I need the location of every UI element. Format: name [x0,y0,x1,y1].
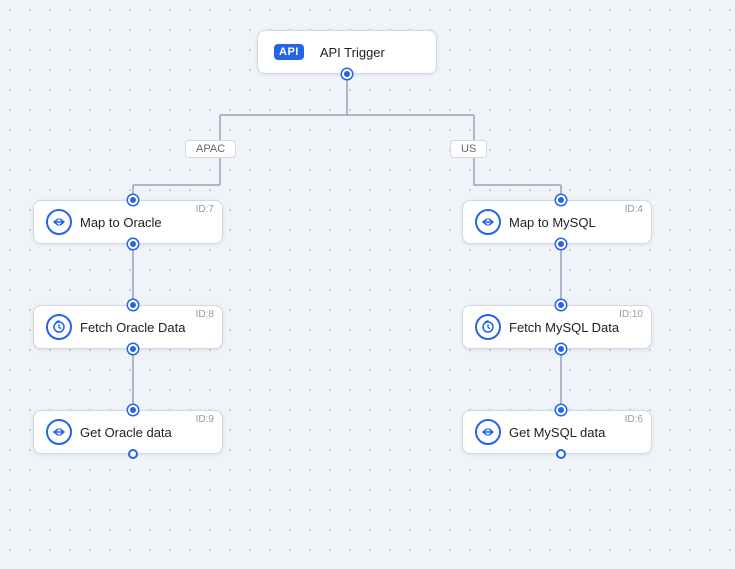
map-oracle-node[interactable]: ID:7 Map to Oracle [33,200,223,244]
api-trigger-node[interactable]: API API Trigger [257,30,437,74]
fetch-mysql-node[interactable]: ID:10 Fetch MySQL Data [462,305,652,349]
fetch-mysql-icon [475,314,501,340]
get-mysql-icon [475,419,501,445]
api-trigger-label: API Trigger [320,45,385,60]
fetch-mysql-label: Fetch MySQL Data [509,320,619,335]
get-oracle-label: Get Oracle data [80,425,172,440]
map-oracle-id: ID:7 [196,204,214,215]
apac-branch-label[interactable]: APAC [185,140,236,158]
get-mysql-id: ID:6 [625,414,643,425]
map-mysql-bottom-dot [556,239,566,249]
flow-canvas: API API Trigger APAC US ID:7 Map to Orac… [0,0,735,569]
get-oracle-top-dot [128,405,138,415]
map-mysql-top-dot [556,195,566,205]
get-mysql-node[interactable]: ID:6 Get MySQL data [462,410,652,454]
fetch-mysql-top-dot [556,300,566,310]
fetch-mysql-id: ID:10 [619,309,643,320]
get-mysql-bottom-dot [556,449,566,459]
map-oracle-top-dot [128,195,138,205]
api-trigger-bottom-dot [342,69,352,79]
map-mysql-label: Map to MySQL [509,215,596,230]
get-mysql-label: Get MySQL data [509,425,605,440]
map-mysql-icon [475,209,501,235]
map-mysql-id: ID:4 [625,204,643,215]
map-oracle-icon [46,209,72,235]
map-oracle-label: Map to Oracle [80,215,162,230]
fetch-oracle-node[interactable]: ID:8 Fetch Oracle Data [33,305,223,349]
us-branch-label[interactable]: US [450,140,487,158]
get-oracle-icon [46,419,72,445]
get-mysql-top-dot [556,405,566,415]
map-oracle-bottom-dot [128,239,138,249]
get-oracle-bottom-dot [128,449,138,459]
fetch-oracle-bottom-dot [128,344,138,354]
map-mysql-node[interactable]: ID:4 Map to MySQL [462,200,652,244]
fetch-oracle-top-dot [128,300,138,310]
connectors-svg [0,0,735,569]
fetch-oracle-id: ID:8 [196,309,214,320]
fetch-mysql-bottom-dot [556,344,566,354]
get-oracle-id: ID:9 [196,414,214,425]
api-badge: API [274,44,304,60]
fetch-oracle-label: Fetch Oracle Data [80,320,186,335]
get-oracle-node[interactable]: ID:9 Get Oracle data [33,410,223,454]
fetch-oracle-icon [46,314,72,340]
